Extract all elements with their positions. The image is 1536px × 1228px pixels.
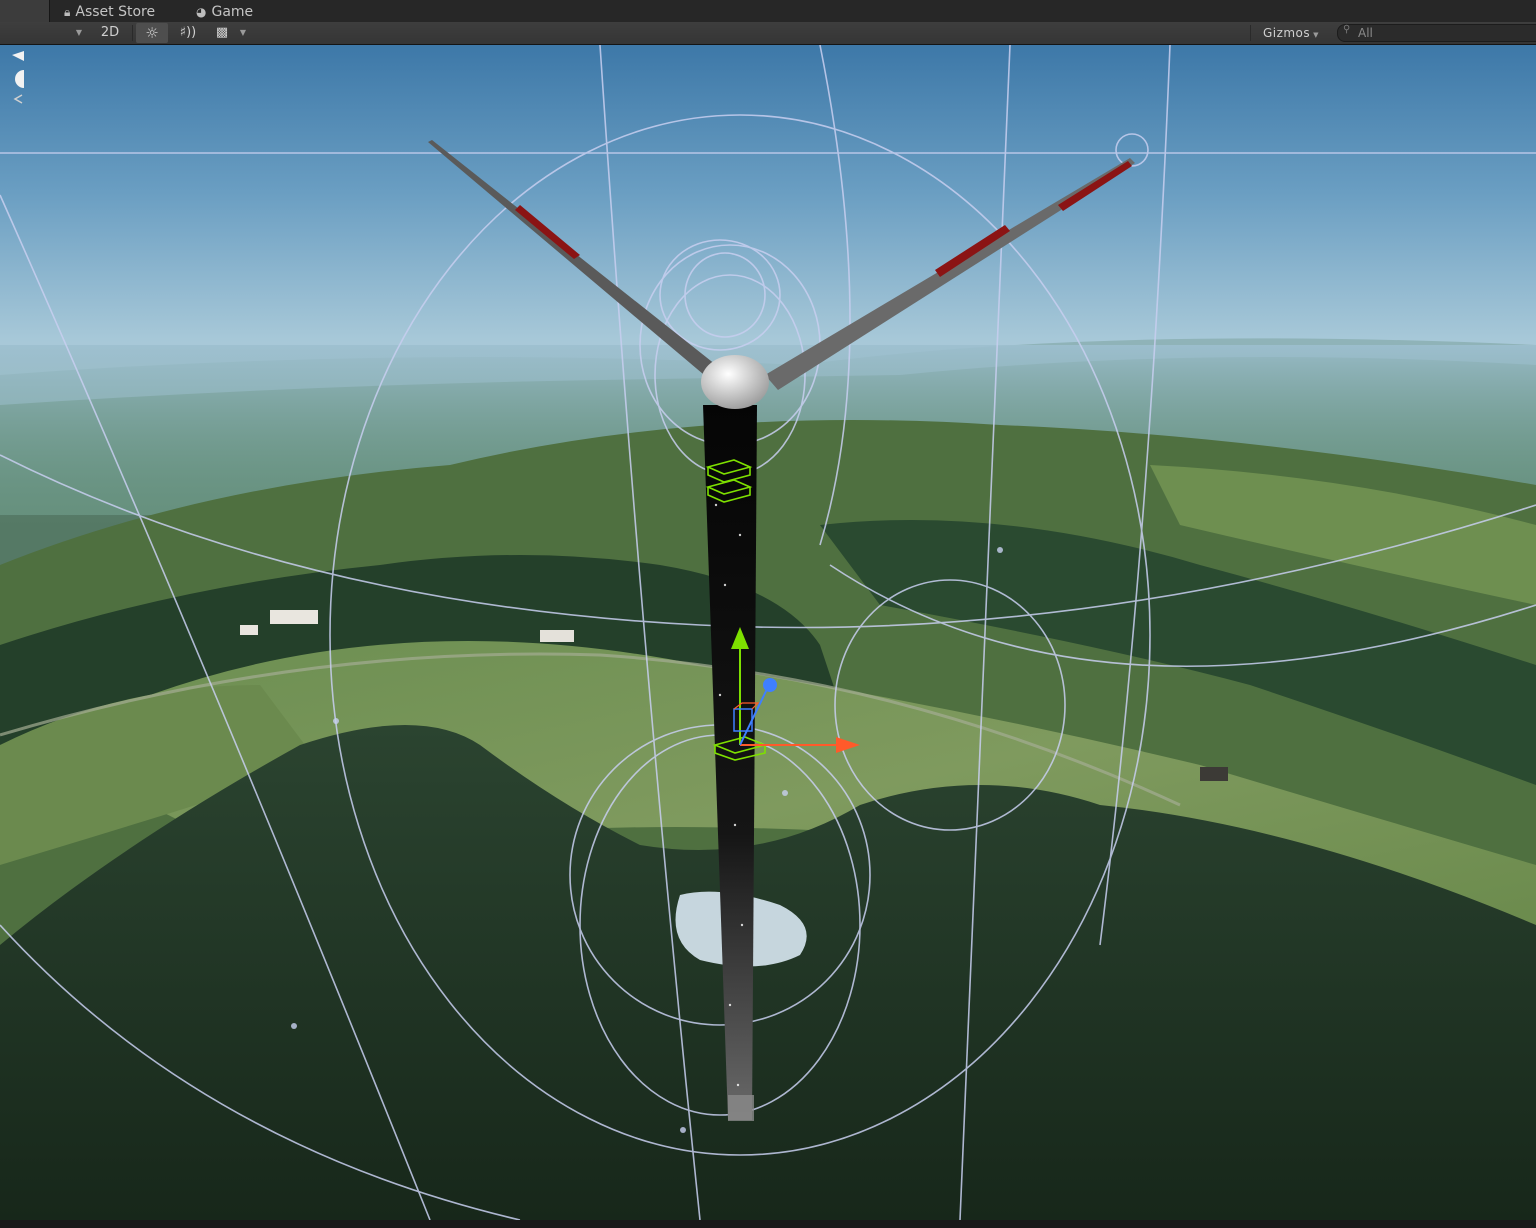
farm-building xyxy=(270,610,318,624)
turbine-base xyxy=(728,1095,754,1121)
farm-building xyxy=(240,625,258,635)
effects-toggle[interactable]: ▩ xyxy=(208,23,236,43)
tab-scene[interactable] xyxy=(0,0,50,22)
viewport-bottom-border xyxy=(0,1220,1536,1228)
tab-asset-store[interactable]: 🔒︎ Asset Store xyxy=(64,0,155,22)
sun-icon: ☼ xyxy=(145,24,159,42)
tab-asset-store-label: Asset Store xyxy=(75,4,156,20)
tab-game[interactable]: ◕ Game xyxy=(196,0,253,22)
search-input[interactable] xyxy=(1358,25,1536,41)
effects-dropdown[interactable]: ▼ xyxy=(236,23,250,43)
scene-render xyxy=(0,45,1536,1220)
scene-viewport[interactable] xyxy=(0,45,1536,1220)
editor-tab-bar: 🔒︎ Asset Store ◕ Game xyxy=(0,0,1536,22)
orientation-cone[interactable] xyxy=(12,51,24,61)
turbine-nacelle xyxy=(701,355,769,409)
persp-label-icon xyxy=(13,94,23,104)
search-icon: ⚲ xyxy=(1343,24,1351,35)
speaker-icon: ♯)) xyxy=(179,25,197,40)
farm-building xyxy=(540,630,574,642)
chevron-down-icon: ▼ xyxy=(1313,31,1320,39)
gizmos-dropdown[interactable]: Gizmos ▼ xyxy=(1254,23,1328,43)
z-axis-cone[interactable] xyxy=(763,678,777,692)
lighting-toggle[interactable]: ☼ xyxy=(136,23,168,43)
lock-icon: 🔒︎ xyxy=(64,5,71,19)
orientation-cube[interactable] xyxy=(15,70,24,88)
tab-game-label: Game xyxy=(211,4,254,20)
image-icon: ▩ xyxy=(215,25,229,40)
farm-building xyxy=(1200,767,1228,781)
scene-toolbar: ▼ 2D ☼ ♯)) ▩ ▼ Gizmos ▼ ⚲ xyxy=(0,22,1536,45)
pacman-icon: ◕ xyxy=(196,5,207,19)
gizmos-label: Gizmos xyxy=(1262,26,1311,40)
mode-2d-toggle[interactable]: 2D xyxy=(92,23,128,43)
toolbar-separator xyxy=(1250,25,1251,41)
toolbar-separator xyxy=(132,25,133,41)
scene-orientation-gizmo[interactable] xyxy=(0,45,24,105)
draw-mode-dropdown[interactable]: ▼ xyxy=(72,23,86,43)
hierarchy-search[interactable]: ⚲ xyxy=(1337,24,1536,42)
audio-toggle[interactable]: ♯)) xyxy=(172,23,204,43)
